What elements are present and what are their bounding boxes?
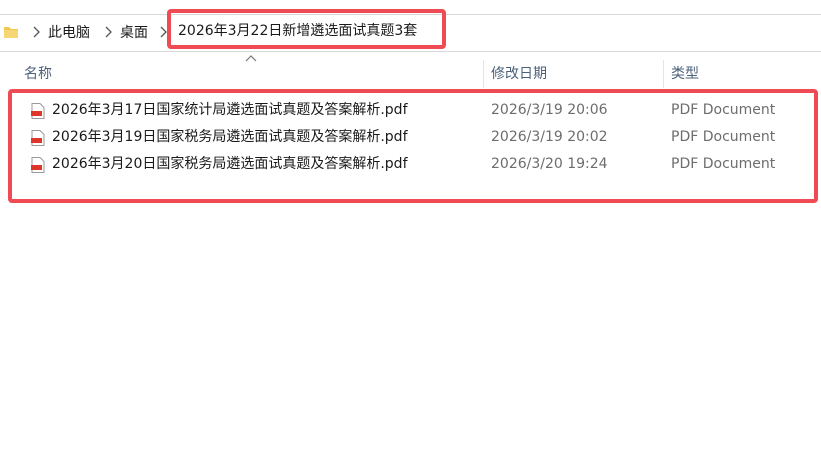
column-headers: 名称 修改日期 类型 — [0, 58, 821, 90]
column-header-type[interactable]: 类型 — [671, 64, 699, 84]
breadcrumb-item-desktop[interactable]: 桌面 — [120, 23, 148, 43]
file-type: PDF Document — [671, 102, 776, 118]
pdf-file-icon — [31, 130, 45, 146]
column-divider[interactable] — [663, 60, 664, 88]
file-modified-date: 2026/3/19 20:06 — [491, 102, 608, 118]
file-type: PDF Document — [671, 129, 776, 145]
file-row[interactable]: 2026年3月19日国家税务局遴选面试真题及答案解析.pdf 2026/3/19… — [0, 124, 821, 151]
chevron-right-icon — [33, 26, 40, 38]
file-row[interactable]: 2026年3月17日国家统计局遴选面试真题及答案解析.pdf 2026/3/19… — [0, 97, 821, 124]
file-name[interactable]: 2026年3月19日国家税务局遴选面试真题及答案解析.pdf — [52, 127, 408, 147]
file-name[interactable]: 2026年3月17日国家统计局遴选面试真题及答案解析.pdf — [52, 100, 408, 120]
file-type: PDF Document — [671, 156, 776, 172]
file-row[interactable]: 2026年3月20日国家税务局遴选面试真题及答案解析.pdf 2026/3/20… — [0, 151, 821, 178]
pdf-file-icon — [31, 157, 45, 173]
column-header-name[interactable]: 名称 — [24, 64, 52, 84]
folder-icon — [4, 27, 18, 38]
breadcrumb-current-folder[interactable]: 2026年3月22日新增遴选面试真题3套 — [178, 21, 417, 41]
file-modified-date: 2026/3/19 20:02 — [491, 129, 608, 145]
pdf-file-icon — [31, 103, 45, 119]
breadcrumb-current-folder-highlight[interactable]: 2026年3月22日新增遴选面试真题3套 — [167, 9, 446, 49]
chevron-right-icon — [105, 26, 112, 38]
file-name[interactable]: 2026年3月20日国家税务局遴选面试真题及答案解析.pdf — [52, 154, 408, 174]
column-divider[interactable] — [483, 60, 484, 88]
breadcrumb-item-this-pc[interactable]: 此电脑 — [48, 23, 90, 43]
column-header-modified[interactable]: 修改日期 — [491, 64, 547, 84]
file-modified-date: 2026/3/20 19:24 — [491, 156, 608, 172]
address-bar[interactable]: 此电脑 桌面 2026年3月22日新增遴选面试真题3套 — [0, 9, 821, 52]
